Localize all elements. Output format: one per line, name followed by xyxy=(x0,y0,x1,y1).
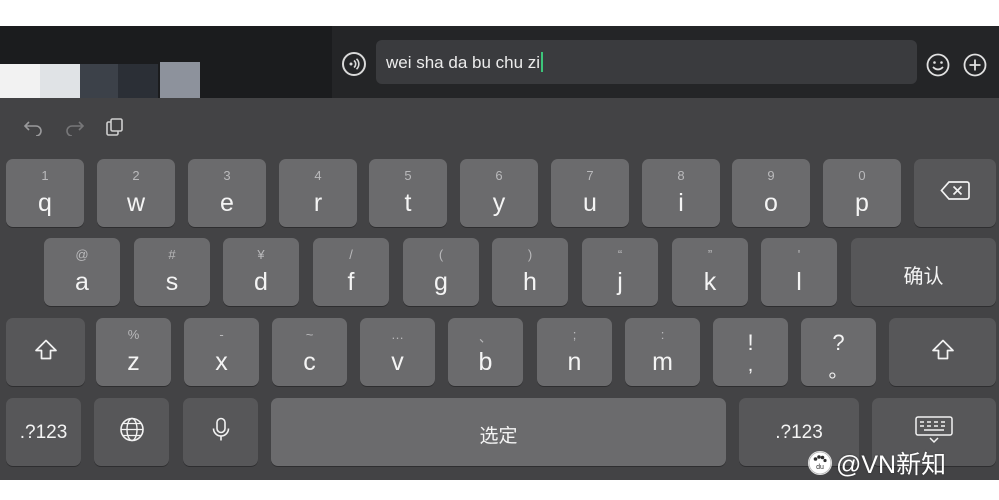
key-s[interactable]: # s xyxy=(134,238,210,306)
svg-text:du: du xyxy=(816,464,824,471)
key-c[interactable]: ~ c xyxy=(272,318,347,386)
key-e[interactable]: 3e xyxy=(188,159,266,227)
redo-icon[interactable] xyxy=(62,118,86,137)
backspace-icon xyxy=(940,181,970,206)
undo-icon[interactable] xyxy=(22,118,46,137)
key-i[interactable]: 8i xyxy=(642,159,720,227)
key-w[interactable]: 2w xyxy=(97,159,175,227)
space-key[interactable]: 选定 xyxy=(271,398,726,466)
key-h[interactable]: ) h xyxy=(492,238,568,306)
shift-icon xyxy=(34,339,58,366)
watermark: du @VN新知 xyxy=(808,448,947,479)
dictation-key[interactable] xyxy=(183,398,258,466)
key-r[interactable]: 4r xyxy=(279,159,357,227)
confirm-key-label: 确认 xyxy=(903,266,944,288)
numbers-key-label: .?123 xyxy=(775,422,823,443)
key-b[interactable]: 、 b xyxy=(448,318,523,386)
voice-input-icon[interactable] xyxy=(342,52,366,76)
key-f[interactable]: / f xyxy=(313,238,389,306)
key-v[interactable]: … v xyxy=(360,318,435,386)
add-icon[interactable] xyxy=(963,53,987,77)
key-p[interactable]: 0p xyxy=(823,159,901,227)
paw-logo-icon: du xyxy=(808,451,832,475)
backspace-key[interactable] xyxy=(914,159,996,227)
key-exclamation-comma[interactable]: !, xyxy=(713,318,788,386)
watermark-text: @VN新知 xyxy=(836,451,947,479)
clipboard-icon[interactable] xyxy=(104,118,126,136)
shift-key-left[interactable] xyxy=(6,318,85,386)
key-k[interactable]: ” k xyxy=(672,238,748,306)
key-t[interactable]: 5t xyxy=(369,159,447,227)
chat-list-preview xyxy=(0,26,332,104)
numbers-key-label: .?123 xyxy=(19,422,68,443)
globe-key[interactable] xyxy=(94,398,169,466)
key-n[interactable]: ; n xyxy=(537,318,612,386)
numbers-key-left[interactable]: .?123 xyxy=(6,398,81,466)
shift-icon xyxy=(931,339,955,366)
shift-key-right[interactable] xyxy=(889,318,996,386)
message-input-field[interactable]: wei sha da bu chu zi xyxy=(376,40,917,84)
top-status-area xyxy=(0,0,999,26)
key-z[interactable]: % z xyxy=(96,318,171,386)
microphone-icon xyxy=(211,417,231,448)
key-u[interactable]: 7u xyxy=(551,159,629,227)
key-o[interactable]: 9o xyxy=(732,159,810,227)
globe-icon xyxy=(119,417,145,448)
key-x[interactable]: -x xyxy=(184,318,259,386)
bottom-margin xyxy=(0,480,999,500)
key-d[interactable]: ¥ d xyxy=(223,238,299,306)
key-y[interactable]: 6y xyxy=(460,159,538,227)
key-j[interactable]: “j xyxy=(582,238,658,306)
message-input-text: wei sha da bu chu zi xyxy=(386,52,544,73)
confirm-key[interactable]: 确认 xyxy=(851,238,996,306)
emoji-icon[interactable] xyxy=(926,53,950,77)
key-a[interactable]: @ a xyxy=(44,238,120,306)
space-key-label: 选定 xyxy=(479,426,518,447)
key-g[interactable]: (g xyxy=(403,238,479,306)
text-caret xyxy=(541,52,544,72)
key-l[interactable]: ' l xyxy=(761,238,837,306)
key-question-period[interactable]: ?。 xyxy=(801,318,876,386)
key-m[interactable]: :m xyxy=(625,318,700,386)
key-q[interactable]: 1q xyxy=(6,159,84,227)
